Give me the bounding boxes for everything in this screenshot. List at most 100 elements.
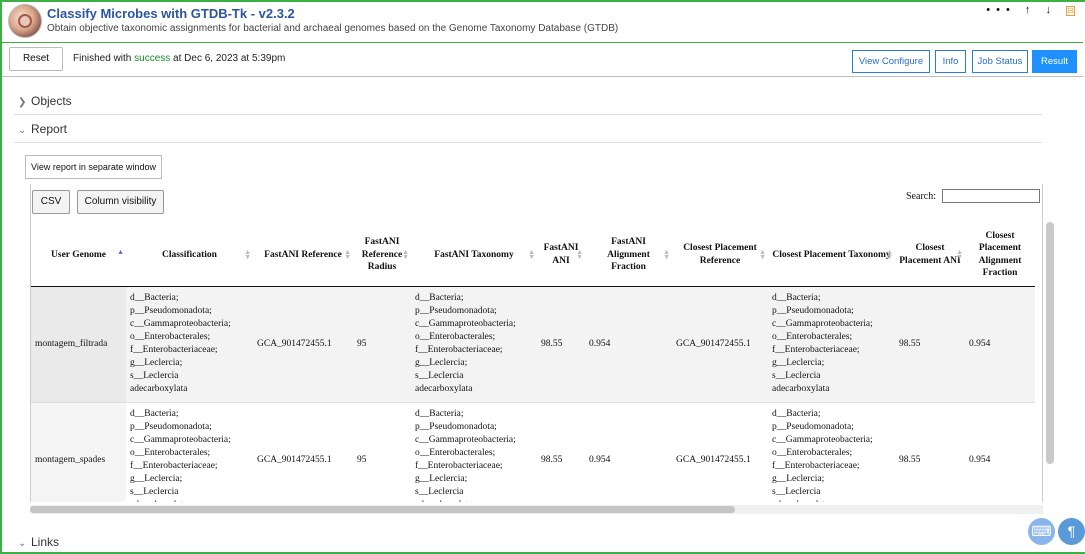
view-report-separate-window-button[interactable]: View report in separate window: [25, 155, 162, 179]
taxonomy-line: p__Pseudomonadota;: [130, 306, 212, 316]
taxonomy-line: f__Enterobacteriaceae;: [415, 461, 503, 471]
sort-icon: ▲ ▼: [576, 248, 583, 261]
cell-classification: d__Bacteria; p__Pseudomonadota; c__Gammapr…: [126, 402, 253, 502]
tab-info[interactable]: Info: [935, 50, 966, 73]
cell-fastani-ani: 98.55: [537, 286, 585, 403]
collapse-icon[interactable]: ⊟: [1066, 6, 1075, 16]
taxonomy-line: adecarboxylata: [772, 384, 830, 394]
app-subtitle: Obtain objective taxonomic assignments f…: [47, 23, 619, 34]
table-header-row: User Genome ▲ Classification ▲ ▼ FastANI Re…: [31, 224, 1035, 287]
taxonomy-line: g__Leclercia;: [130, 358, 183, 368]
column-header[interactable]: FastANI Reference Radius ▲ ▼: [353, 224, 411, 287]
search-label: Search:: [906, 191, 936, 202]
taxonomy-line: s__Leclercia: [772, 487, 821, 497]
section-divider: [14, 142, 1042, 143]
chevron-down-icon: ⌄: [18, 125, 27, 136]
cell-closest-af: 0.954: [965, 402, 1035, 502]
horizontal-scroll-thumb[interactable]: [30, 506, 735, 513]
tab-job-status[interactable]: Job Status: [972, 50, 1028, 73]
taxonomy-line: c__Gammaproteobacteria;: [415, 435, 516, 445]
column-header[interactable]: Closest Placement Reference ▲ ▼: [672, 224, 768, 287]
section-links[interactable]: ⌄ Links: [18, 535, 59, 549]
column-header[interactable]: Closest Placement ANI ▲ ▼: [895, 224, 965, 287]
header-divider: [2, 42, 1083, 43]
taxonomy-line: s__Leclercia: [415, 371, 464, 381]
status-suffix: at Dec 6, 2023 at 5:39pm: [173, 53, 286, 64]
sort-icon: ▲ ▼: [344, 248, 351, 261]
taxonomy-line: g__Leclercia;: [415, 474, 468, 484]
column-header[interactable]: Classification ▲ ▼: [126, 224, 253, 287]
app-logo-icon: [8, 4, 42, 38]
toolbar-divider: [2, 76, 1083, 77]
taxonomy-line: p__Pseudomonadota;: [415, 306, 497, 316]
tab-result[interactable]: Result: [1032, 50, 1077, 73]
taxonomy-line: s__Leclercia: [415, 487, 464, 497]
cell-closest-taxonomy: d__Bacteria; p__Pseudomonadota; c__Gammapr…: [768, 402, 895, 502]
terminal-icon[interactable]: ⌨: [1028, 518, 1055, 545]
column-visibility-button[interactable]: Column visibility: [77, 190, 164, 214]
chevron-down-icon: ⌄: [18, 538, 27, 549]
column-header[interactable]: Closest Placement Taxonomy ▲ ▼: [768, 224, 895, 287]
job-status-text: Finished with success at Dec 6, 2023 at …: [73, 53, 285, 64]
app-header: Classify Microbes with GTDB-Tk - v2.3.2 …: [6, 4, 1081, 42]
cell-closest-reference: GCA_901472455.1: [672, 286, 768, 403]
taxonomy-line: f__Enterobacteriaceae;: [415, 345, 503, 355]
chevron-right-icon: ❯: [18, 97, 27, 108]
section-report[interactable]: ⌄ Report: [18, 122, 67, 136]
paragraph-icon[interactable]: ¶: [1058, 518, 1085, 545]
section-divider: [14, 114, 1042, 115]
cell-fastani-reference: GCA_901472455.1: [253, 286, 353, 403]
cell-fastani-af: 0.954: [585, 402, 672, 502]
horizontal-scrollbar[interactable]: [30, 505, 1043, 514]
vertical-scrollbar[interactable]: [1046, 222, 1054, 464]
taxonomy-line: d__Bacteria;: [130, 293, 179, 303]
sort-icon: ▲ ▼: [956, 248, 963, 261]
cell-fastani-reference: GCA_901472455.1: [253, 402, 353, 502]
taxonomy-line: o__Enterobacterales;: [130, 332, 211, 342]
report-panel: CSV Column visibility Search: User Genom…: [30, 184, 1043, 502]
reset-button[interactable]: Reset: [9, 47, 63, 71]
toolbar: Reset Finished with success at Dec 6, 20…: [6, 46, 1079, 74]
cell-user-genome: montagem_filtrada: [31, 286, 126, 403]
taxonomy-line: d__Bacteria;: [772, 409, 821, 419]
taxonomy-line: p__Pseudomonadota;: [772, 422, 854, 432]
taxonomy-line: s__Leclercia: [130, 371, 179, 381]
taxonomy-line: g__Leclercia;: [772, 358, 825, 368]
cell-closest-reference: GCA_901472455.1: [672, 402, 768, 502]
column-header[interactable]: FastANI Alignment Fraction ▲ ▼: [585, 224, 672, 287]
arrow-up-icon[interactable]: ↑: [1025, 4, 1037, 16]
section-objects[interactable]: ❯ Objects: [18, 94, 72, 108]
tab-view-configure[interactable]: View Configure: [852, 50, 930, 73]
taxonomy-line: c__Gammaproteobacteria;: [130, 435, 231, 445]
column-header[interactable]: Closest Placement Alignment Fraction: [965, 224, 1035, 287]
taxonomy-line: o__Enterobacterales;: [415, 448, 496, 458]
taxonomy-line: g__Leclercia;: [130, 474, 183, 484]
csv-export-button[interactable]: CSV: [32, 190, 70, 214]
taxonomy-line: adecarboxylata: [772, 499, 891, 502]
search-input[interactable]: [942, 189, 1040, 203]
column-header[interactable]: FastANI ANI ▲ ▼: [537, 224, 585, 287]
taxonomy-line: s__Leclercia: [772, 371, 821, 381]
taxonomy-line: adecarboxylata: [130, 499, 249, 502]
column-header[interactable]: FastANI Reference ▲ ▼: [253, 224, 353, 287]
taxonomy-line: g__Leclercia;: [415, 358, 468, 368]
taxonomy-line: o__Enterobacterales;: [772, 332, 853, 342]
arrow-down-icon[interactable]: ↓: [1045, 4, 1057, 16]
taxonomy-line: d__Bacteria;: [415, 293, 464, 303]
cell-fastani-radius: 95: [353, 402, 411, 502]
taxonomy-line: adecarboxylata: [415, 499, 533, 502]
status-prefix: Finished with: [73, 53, 132, 64]
table-row: montagem_spades d__Bacteria; p__Pseudomona…: [31, 402, 1035, 502]
window-controls: ••• ↑ ↓ ⊟: [986, 4, 1075, 16]
more-icon[interactable]: •••: [986, 4, 1016, 16]
taxonomy-line: d__Bacteria;: [772, 293, 821, 303]
taxonomy-line: c__Gammaproteobacteria;: [772, 435, 873, 445]
taxonomy-line: f__Enterobacteriaceae;: [772, 345, 860, 355]
taxonomy-line: c__Gammaproteobacteria;: [772, 319, 873, 329]
cell-fastani-af: 0.954: [585, 286, 672, 403]
cell-fastani-taxonomy: d__Bacteria; p__Pseudomonadota; c__Gammapr…: [411, 402, 537, 502]
column-header[interactable]: User Genome ▲: [31, 224, 126, 287]
column-header[interactable]: FastANI Taxonomy ▲ ▼: [411, 224, 537, 287]
table-row: montagem_filtrada d__Bacteria; p__Pseudomo…: [31, 286, 1035, 403]
taxonomy-line: f__Enterobacteriaceae;: [130, 461, 218, 471]
